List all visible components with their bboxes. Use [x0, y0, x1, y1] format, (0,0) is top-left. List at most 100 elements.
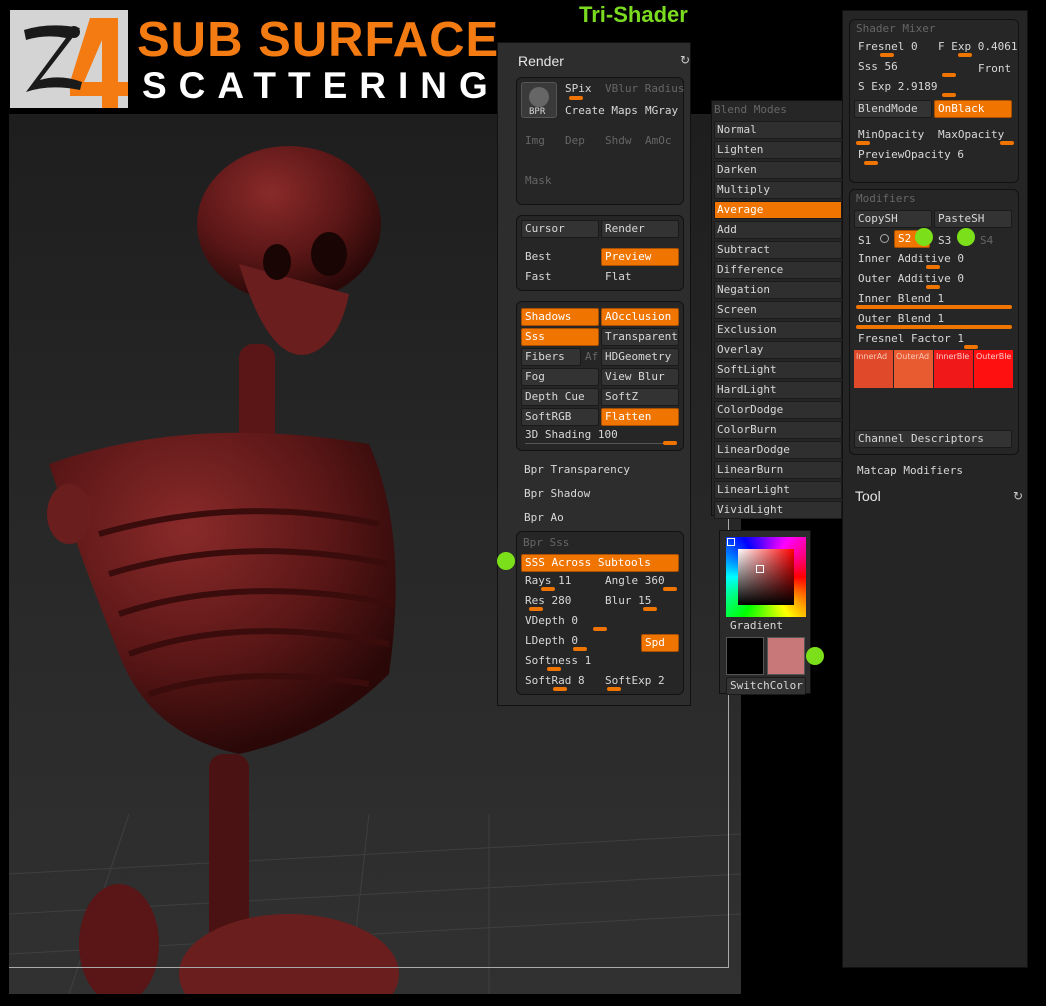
s1-button[interactable]: S1 [858, 234, 871, 247]
softrad-slider-label[interactable]: SoftRad 8 [525, 674, 585, 687]
gradient-button[interactable]: Gradient [730, 619, 783, 632]
angle-slider[interactable] [663, 587, 677, 591]
primary-color-swatch[interactable] [726, 637, 764, 675]
outer-blend-swatch[interactable]: OuterBle [974, 350, 1013, 388]
softz-button[interactable]: SoftZ [601, 388, 679, 406]
blend-item-add[interactable]: Add [714, 221, 842, 239]
blend-item-hardlight[interactable]: HardLight [714, 381, 842, 399]
depth-cue-button[interactable]: Depth Cue [521, 388, 599, 406]
blend-item-overlay[interactable]: Overlay [714, 341, 842, 359]
f-exp-slider-label[interactable]: F Exp 0.4061 [938, 40, 1017, 53]
blend-modes-header[interactable]: Blend Modes [714, 103, 787, 116]
outer-blend-slider[interactable] [856, 325, 1012, 329]
color-square[interactable] [738, 549, 794, 605]
view-blur-button[interactable]: View Blur [601, 368, 679, 386]
softexp-slider-label[interactable]: SoftExp 2 [605, 674, 665, 687]
outer-additive-slider-label[interactable]: Outer Additive 0 [858, 272, 964, 285]
refresh-icon[interactable]: ↻ [1013, 489, 1023, 503]
ldepth-slider-label[interactable]: LDepth 0 [525, 634, 578, 647]
inner-blend-slider-label[interactable]: Inner Blend 1 [858, 292, 944, 305]
outer-additive-swatch[interactable]: OuterAd [894, 350, 933, 388]
aocclusion-button[interactable]: AOcclusion [601, 308, 679, 326]
outer-blend-slider-label[interactable]: Outer Blend 1 [858, 312, 944, 325]
blend-item-normal[interactable]: Normal [714, 121, 842, 139]
blend-item-softlight[interactable]: SoftLight [714, 361, 842, 379]
mask-button[interactable]: Mask [525, 174, 552, 187]
blend-item-linearlight[interactable]: LinearLight [714, 481, 842, 499]
maxopacity-slider[interactable] [1000, 141, 1014, 145]
spd-button[interactable]: Spd [641, 634, 679, 652]
blend-item-exclusion[interactable]: Exclusion [714, 321, 842, 339]
shdw-button[interactable]: Shdw [605, 134, 632, 147]
shader-mixer-header[interactable]: Shader Mixer [856, 22, 935, 35]
matcap-modifiers-section[interactable]: Matcap Modifiers [857, 464, 963, 477]
pastesh-button[interactable]: PasteSH [934, 210, 1012, 228]
fresnel-factor-slider[interactable] [964, 345, 978, 349]
res-slider[interactable] [529, 607, 543, 611]
preview-button[interactable]: Preview [601, 248, 679, 266]
blend-item-darken[interactable]: Darken [714, 161, 842, 179]
sss-across-subtools-button[interactable]: SSS Across Subtools [521, 554, 679, 572]
previewopacity-slider[interactable] [864, 161, 878, 165]
sss-button[interactable]: Sss [521, 328, 599, 346]
ldepth-slider[interactable] [573, 647, 587, 651]
shading-3d-slider[interactable] [663, 441, 677, 445]
minopacity-slider[interactable] [856, 141, 870, 145]
amoc-button[interactable]: AmOc [645, 134, 672, 147]
minopacity-slider-label[interactable]: MinOpacity [858, 128, 924, 141]
blend-item-multiply[interactable]: Multiply [714, 181, 842, 199]
dep-button[interactable]: Dep [565, 134, 585, 147]
maxopacity-slider-label[interactable]: MaxOpacity [938, 128, 1004, 141]
vblur-radius-label[interactable]: VBlur Radius [605, 82, 684, 95]
blend-item-negation[interactable]: Negation [714, 281, 842, 299]
blend-item-subtract[interactable]: Subtract [714, 241, 842, 259]
inner-additive-slider-label[interactable]: Inner Additive 0 [858, 252, 964, 265]
color-wheel[interactable] [726, 537, 806, 617]
bpr-button[interactable]: BPR [521, 82, 557, 118]
rays-slider-label[interactable]: Rays 11 [525, 574, 571, 587]
flat-button[interactable]: Flat [605, 270, 632, 283]
previewopacity-slider-label[interactable]: PreviewOpacity 6 [858, 148, 964, 161]
tool-header[interactable]: Tool [855, 488, 881, 504]
fresnel-slider[interactable] [880, 53, 894, 57]
blendmode-button[interactable]: BlendMode [854, 100, 932, 118]
softness-slider[interactable] [547, 667, 561, 671]
copysh-button[interactable]: CopySH [854, 210, 932, 228]
rays-slider[interactable] [541, 587, 555, 591]
blend-item-average[interactable]: Average [714, 201, 842, 219]
bpr-ao-section[interactable]: Bpr Ao [524, 511, 564, 524]
inner-blend-slider[interactable] [856, 305, 1012, 309]
fog-button[interactable]: Fog [521, 368, 599, 386]
blend-item-screen[interactable]: Screen [714, 301, 842, 319]
inner-blend-swatch[interactable]: InnerBle [934, 350, 973, 388]
blend-item-lineardodge[interactable]: LinearDodge [714, 441, 842, 459]
inner-additive-swatch[interactable]: InnerAd [854, 350, 893, 388]
blend-item-vividlight[interactable]: VividLight [714, 501, 842, 519]
mgray-button[interactable]: MGray [645, 104, 678, 117]
modifiers-header[interactable]: Modifiers [856, 192, 916, 205]
blur-slider[interactable] [643, 607, 657, 611]
vdepth-slider-label[interactable]: VDepth 0 [525, 614, 578, 627]
cursor-button[interactable]: Cursor [521, 220, 599, 238]
fresnel-slider-label[interactable]: Fresnel 0 [858, 40, 918, 53]
spix-label[interactable]: SPix [565, 82, 592, 95]
transparent-button[interactable]: Transparent [601, 328, 679, 346]
onblack-button[interactable]: OnBlack [934, 100, 1012, 118]
flatten-button[interactable]: Flatten [601, 408, 679, 426]
fibers-button[interactable]: Fibers [521, 348, 581, 366]
s-exp-slider[interactable] [942, 93, 956, 97]
shadows-button[interactable]: Shadows [521, 308, 599, 326]
render-button[interactable]: Render [601, 220, 679, 238]
softness-slider-label[interactable]: Softness 1 [525, 654, 591, 667]
secondary-color-swatch[interactable] [767, 637, 805, 675]
softrad-slider[interactable] [553, 687, 567, 691]
softexp-slider[interactable] [607, 687, 621, 691]
sss-slider[interactable] [942, 73, 956, 77]
bpr-sss-header[interactable]: Bpr Sss [523, 536, 569, 549]
blend-item-colorburn[interactable]: ColorBurn [714, 421, 842, 439]
s-exp-slider-label[interactable]: S Exp 2.9189 [858, 80, 937, 93]
shading-3d-slider-label[interactable]: 3D Shading 100 [525, 428, 618, 441]
front-button[interactable]: Front [978, 62, 1011, 75]
f-exp-slider[interactable] [958, 53, 972, 57]
render-header[interactable]: Render [518, 53, 564, 69]
